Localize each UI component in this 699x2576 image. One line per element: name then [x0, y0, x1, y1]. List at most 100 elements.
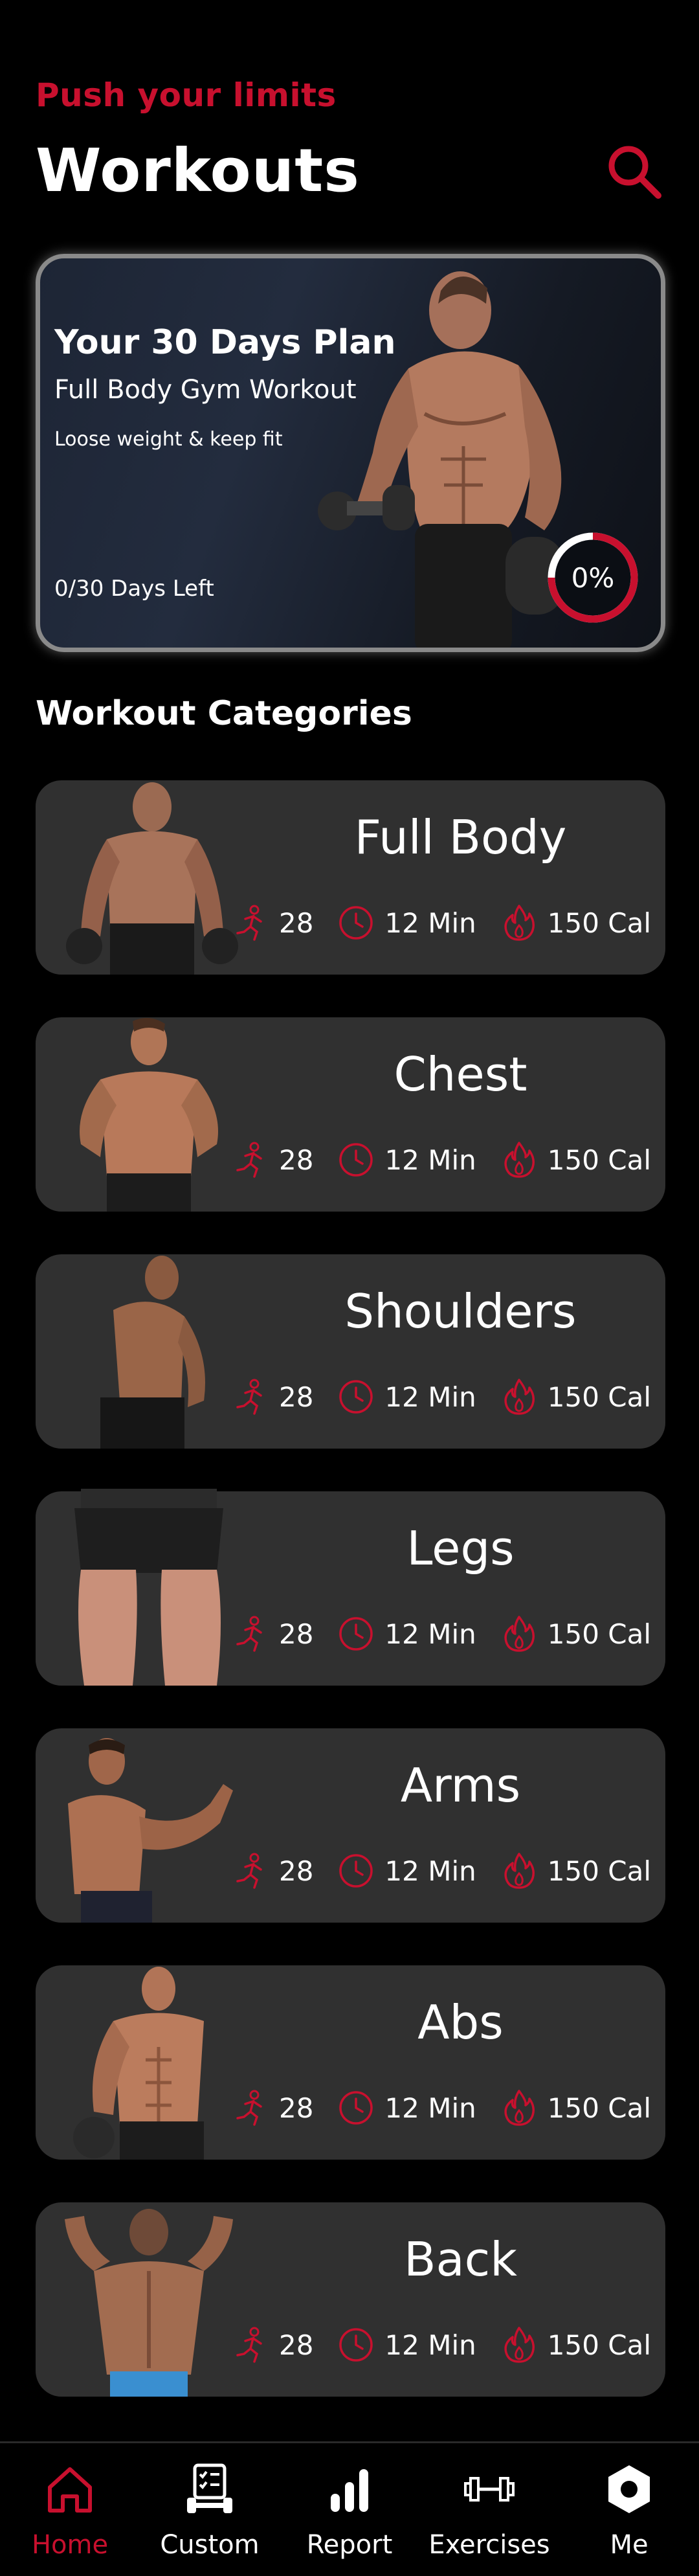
- flame-icon: [504, 1616, 535, 1652]
- category-name: Chest: [394, 1047, 527, 1102]
- running-icon: [236, 2327, 262, 2363]
- category-stats: 28 12 Min 150 Cal: [208, 2088, 651, 2127]
- category-stats: 28 12 Min 150 Cal: [208, 903, 651, 942]
- nav-label: Report: [306, 2530, 393, 2560]
- exercises-stat: 28: [231, 1377, 313, 1416]
- running-icon: [236, 905, 262, 941]
- header: Push your limits Workouts: [36, 76, 663, 205]
- time-stat: 12 Min: [337, 2088, 476, 2127]
- plan-subtitle: Full Body Gym Workout: [54, 375, 357, 405]
- calories-value: 150 Cal: [547, 1144, 651, 1176]
- calories-value: 150 Cal: [547, 907, 651, 939]
- nav-report[interactable]: Report: [280, 2443, 419, 2576]
- flame-icon: [504, 1379, 535, 1415]
- time-value: 12 Min: [384, 1855, 476, 1887]
- category-name: Back: [404, 2232, 517, 2287]
- nav-custom[interactable]: Custom: [140, 2443, 280, 2576]
- dumbbell-icon: [464, 2477, 515, 2502]
- exercises-stat: 28: [231, 1851, 313, 1890]
- category-card-back[interactable]: Back 28 12 Min 150 Cal: [36, 2202, 665, 2397]
- nav-label: Home: [31, 2530, 109, 2560]
- calories-stat: 150 Cal: [500, 2088, 651, 2127]
- report-icon: [331, 2469, 368, 2512]
- nav-exercises[interactable]: Exercises: [419, 2443, 559, 2576]
- time-stat: 12 Min: [337, 1614, 476, 1653]
- category-card-shoulders[interactable]: Shoulders 28 12 Min 150 Cal: [36, 1254, 665, 1449]
- category-stats: 28 12 Min 150 Cal: [208, 1377, 651, 1416]
- chest-image: [80, 1017, 218, 1212]
- exercises-count: 28: [278, 1855, 314, 1887]
- time-value: 12 Min: [384, 1381, 476, 1413]
- calories-stat: 150 Cal: [500, 2325, 651, 2364]
- category-stats: 28 12 Min 150 Cal: [208, 1851, 651, 1890]
- clock-icon: [339, 906, 373, 940]
- flame-icon: [504, 1142, 535, 1178]
- time-stat: 12 Min: [337, 2325, 476, 2364]
- plan-title: Your 30 Days Plan: [54, 323, 396, 362]
- category-name: Legs: [406, 1521, 515, 1576]
- exercises-stat: 28: [231, 1614, 313, 1653]
- section-title: Workout Categories: [36, 694, 412, 733]
- running-icon: [236, 1853, 262, 1889]
- bottom-nav: Home Custom Report Exercises Me: [0, 2441, 699, 2576]
- home-icon: [48, 2467, 92, 2513]
- exercises-count: 28: [278, 1618, 314, 1650]
- category-stats: 28 12 Min 150 Cal: [208, 1140, 651, 1179]
- running-icon: [236, 2090, 262, 2126]
- arms-image: [68, 1738, 233, 1923]
- exercises-stat: 28: [231, 2088, 313, 2127]
- category-card-abs[interactable]: Abs 28 12 Min 150 Cal: [36, 1965, 665, 2160]
- tagline: Push your limits: [36, 76, 337, 114]
- exercises-count: 28: [278, 1381, 314, 1413]
- nav-label: Exercises: [428, 2530, 550, 2560]
- category-name: Shoulders: [344, 1284, 577, 1339]
- category-stats: 28 12 Min 150 Cal: [208, 2325, 651, 2364]
- calories-stat: 150 Cal: [500, 1140, 651, 1179]
- calories-stat: 150 Cal: [500, 903, 651, 942]
- category-list: Full Body 28 12 Min 150 Cal Chest 28 12 …: [36, 780, 665, 2439]
- category-name: Arms: [400, 1758, 521, 1813]
- time-stat: 12 Min: [337, 1377, 476, 1416]
- calories-value: 150 Cal: [547, 2329, 651, 2361]
- category-card-chest[interactable]: Chest 28 12 Min 150 Cal: [36, 1017, 665, 1212]
- clock-icon: [339, 1380, 373, 1414]
- shoulders-image: [100, 1256, 205, 1449]
- calories-stat: 150 Cal: [500, 1614, 651, 1653]
- exercises-stat: 28: [231, 903, 313, 942]
- running-icon: [236, 1142, 262, 1178]
- back-image: [65, 2209, 233, 2397]
- time-value: 12 Min: [384, 2329, 476, 2361]
- category-stats: 28 12 Min 150 Cal: [208, 1614, 651, 1653]
- calories-value: 150 Cal: [547, 1855, 651, 1887]
- flame-icon: [504, 1853, 535, 1889]
- time-stat: 12 Min: [337, 1851, 476, 1890]
- nav-me[interactable]: Me: [559, 2443, 699, 2576]
- running-icon: [236, 1379, 262, 1415]
- athlete-image: [318, 271, 564, 648]
- page-title: Workouts: [36, 136, 360, 205]
- nav-home[interactable]: Home: [0, 2443, 140, 2576]
- legs-image: [74, 1489, 223, 1686]
- nav-label: Custom: [160, 2530, 260, 2560]
- flame-icon: [504, 2327, 535, 2363]
- progress-percent: 0%: [571, 561, 615, 594]
- category-card-legs[interactable]: Legs 28 12 Min 150 Cal: [36, 1489, 665, 1686]
- category-name: Abs: [417, 1995, 504, 2050]
- exercises-stat: 28: [231, 2325, 313, 2364]
- category-card-arms[interactable]: Arms 28 12 Min 150 Cal: [36, 1728, 665, 1923]
- plan-card[interactable]: Your 30 Days Plan Full Body Gym Workout …: [36, 254, 665, 652]
- exercises-stat: 28: [231, 1140, 313, 1179]
- full-body-image: [66, 782, 238, 975]
- custom-icon: [187, 2463, 232, 2513]
- calories-stat: 150 Cal: [500, 1851, 651, 1890]
- category-card-full-body[interactable]: Full Body 28 12 Min 150 Cal: [36, 780, 665, 975]
- search-icon[interactable]: [605, 142, 663, 201]
- flame-icon: [504, 2090, 535, 2126]
- calories-value: 150 Cal: [547, 2092, 651, 2124]
- flame-icon: [504, 905, 535, 941]
- clock-icon: [339, 1617, 373, 1651]
- exercises-count: 28: [278, 2092, 314, 2124]
- time-value: 12 Min: [384, 907, 476, 939]
- calories-value: 150 Cal: [547, 1381, 651, 1413]
- running-icon: [236, 1616, 262, 1652]
